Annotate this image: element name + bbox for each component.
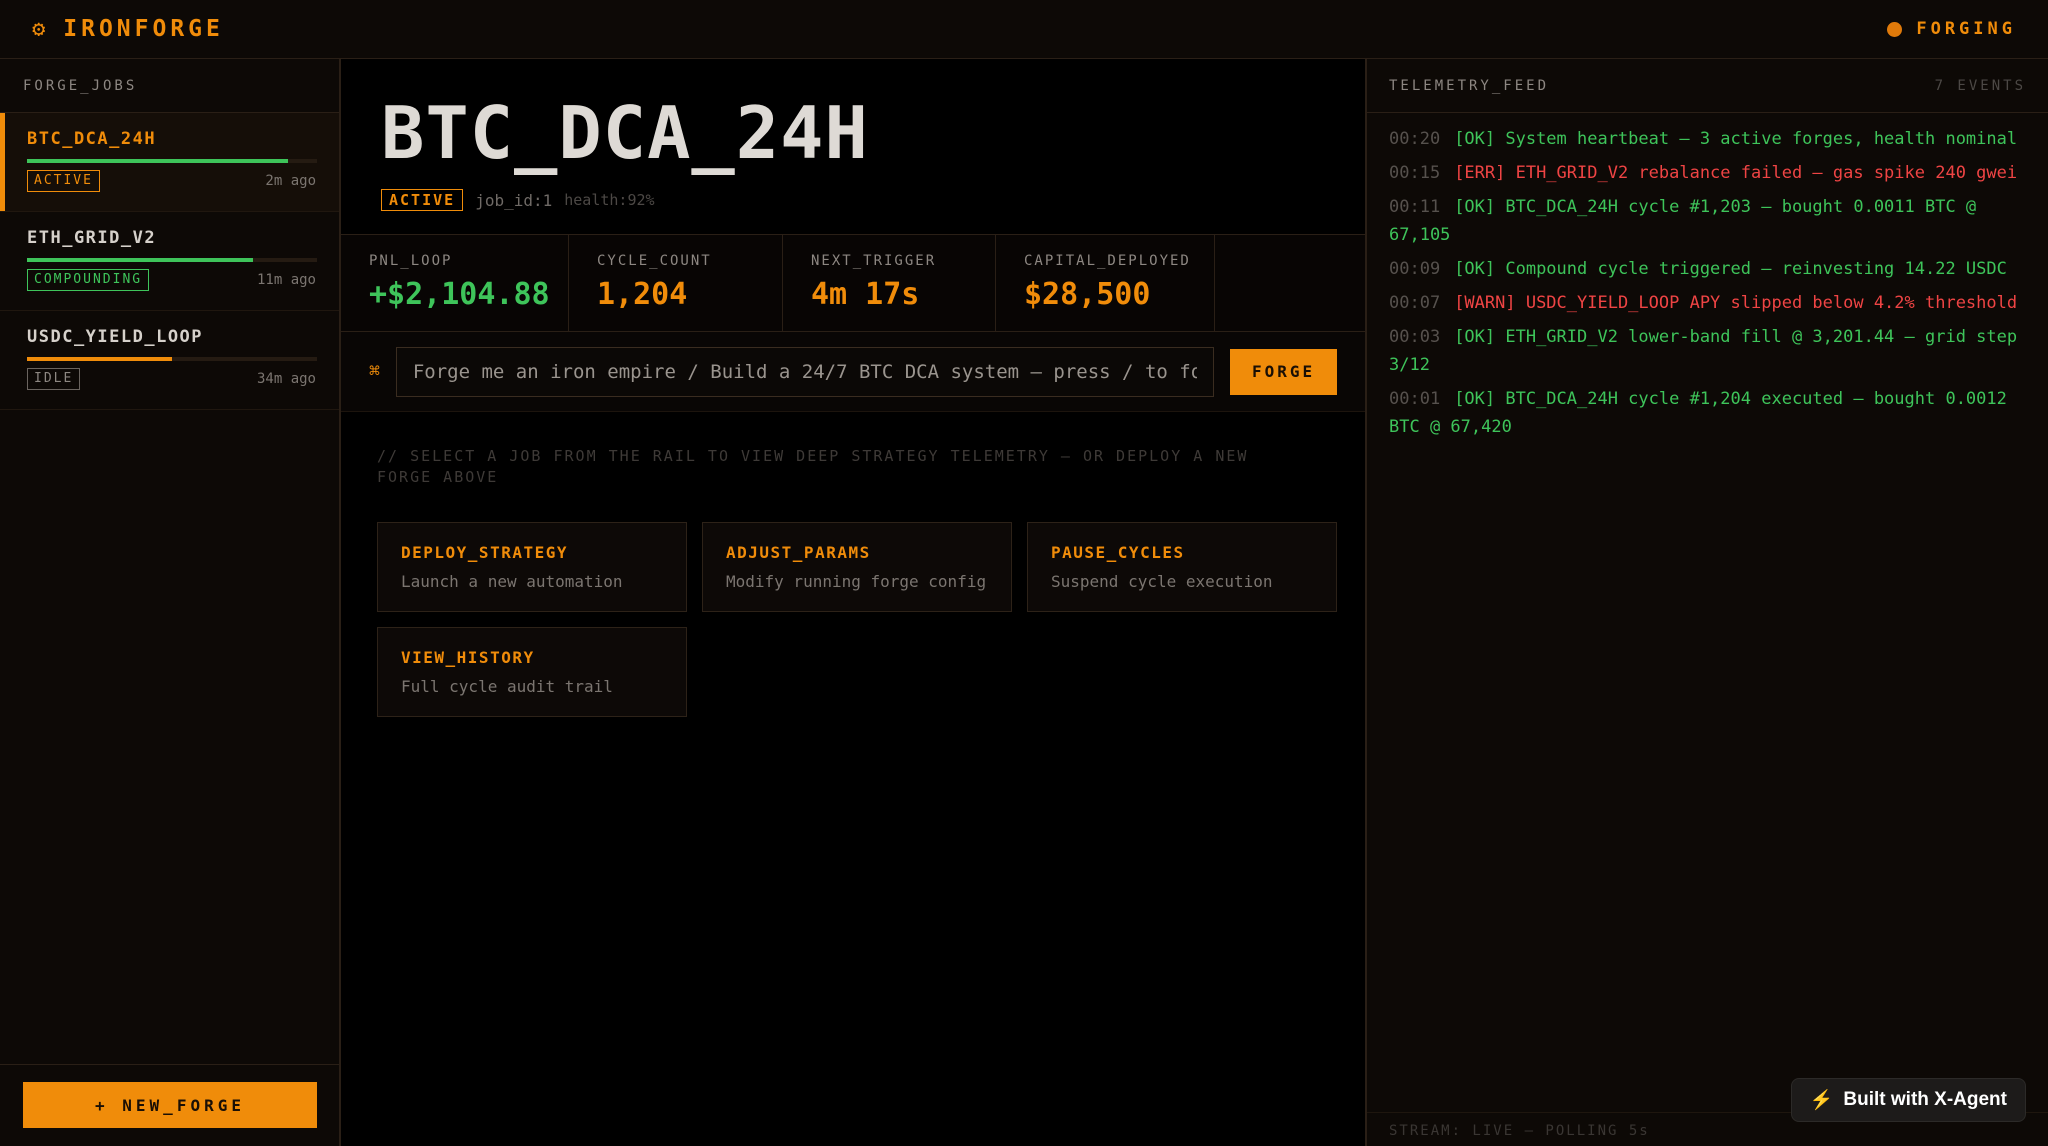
action-pause-cycles[interactable]: PAUSE_CYCLES Suspend cycle execution [1027,522,1337,612]
job-progress-fill [27,258,254,262]
built-with-badge[interactable]: ⚡ Built with X-Agent [1790,1078,2026,1122]
job-time: 34m ago [256,371,316,387]
event-text: [WARN] USDC_YIELD_LOOP APY slipped below… [1454,293,2018,313]
built-with-label: Built with X-Agent [1843,1089,2007,1110]
status-badge: ACTIVE [381,189,464,211]
event-text: [OK] BTC_DCA_24H cycle #1,203 — bought 0… [1389,197,1977,245]
event-time: 00:03 [1389,327,1441,347]
action-desc: Modify running forge config [726,572,987,591]
status-text: FORGING [1916,19,2016,39]
job-status-badge: ACTIVE [27,170,100,192]
brand[interactable]: ⚙ IRONFORGE [32,16,224,42]
job-time: 11m ago [256,272,316,288]
event-row: 00:20 [OK] System heartbeat — 3 active fo… [1389,125,2026,153]
event-list: 00:20 [OK] System heartbeat — 3 active fo… [1367,113,2048,1112]
event-row: 00:09 [OK] Compound cycle triggered — rei… [1389,255,2026,283]
event-time: 00:07 [1389,293,1441,313]
action-view-history[interactable]: VIEW_HISTORY Full cycle audit trail [377,627,687,717]
status-dot-icon [1887,21,1903,37]
empty-state-hint: // SELECT A JOB FROM THE RAIL TO VIEW DE… [377,447,1249,486]
feed-title: TELEMETRY_FEED [1389,77,1550,94]
job-item-btc-dca-24h[interactable]: BTC_DCA_24H ACTIVE 2m ago [0,113,339,212]
command-bar: ⌘ FORGE [341,332,1365,412]
job-item-usdc-yield-loop[interactable]: USDC_YIELD_LOOP IDLE 34m ago [0,311,339,410]
metric-label: PNL_LOOP [369,253,453,269]
metric-value: $28,500 [1024,277,1151,312]
action-title: DEPLOY_STRATEGY [401,543,568,562]
metric-pnl-loop: PNL_LOOP +$2,104.88 [341,235,569,331]
event-time: 00:09 [1389,259,1441,279]
gear-icon: ⚙ [32,16,46,42]
app: ⚙ IRONFORGE FORGING FORGE_JOBS BTC_DCA_2… [0,0,2048,1146]
action-desc: Suspend cycle execution [1051,572,1273,591]
action-desc: Full cycle audit trail [401,677,613,696]
event-row: 00:15 [ERR] ETH_GRID_V2 rebalance failed … [1389,159,2026,187]
metric-label: NEXT_TRIGGER [811,253,937,269]
forging-status: FORGING [1887,19,2016,39]
telemetry-feed: TELEMETRY_FEED 7 EVENTS 00:20 [OK] System… [1367,59,2048,1146]
action-desc: Launch a new automation [401,572,623,591]
job-progress-bar [27,258,317,262]
action-title: PAUSE_CYCLES [1051,543,1185,562]
metric-cycle-count: CYCLE_COUNT 1,204 [569,235,783,331]
metric-label: CAPITAL_DEPLOYED [1024,253,1191,269]
brand-name: IRONFORGE [63,16,224,42]
action-adjust-params[interactable]: ADJUST_PARAMS Modify running forge confi… [702,522,1012,612]
event-time: 00:20 [1389,129,1441,149]
job-item-eth-grid-v2[interactable]: ETH_GRID_V2 COMPOUNDING 11m ago [0,212,339,311]
lightning-icon: ⚡ [1809,1090,1834,1111]
metric-value: 1,204 [597,277,688,312]
job-detail: BTC_DCA_24H ACTIVE job_id:1 health:92% P… [341,59,1367,1146]
job-name: BTC_DCA_24H [27,129,157,149]
job-progress-bar [27,159,317,163]
event-text: [OK] System heartbeat — 3 active forges,… [1454,129,2018,149]
job-health: health:92% [564,191,655,209]
event-text: [OK] Compound cycle triggered — reinvest… [1454,259,2007,279]
job-progress-fill [27,357,172,361]
job-time: 2m ago [265,173,316,189]
job-name: ETH_GRID_V2 [27,228,157,248]
metric-next-trigger: NEXT_TRIGGER 4m 17s [783,235,996,331]
job-progress-fill [27,159,288,163]
metric-capital-deployed: CAPITAL_DEPLOYED $28,500 [996,235,1215,331]
metric-value: +$2,104.88 [369,277,550,312]
metrics-strip: PNL_LOOP +$2,104.88 CYCLE_COUNT 1,204 NE… [341,234,1365,332]
new-forge-button[interactable]: + NEW_FORGE [23,1082,317,1128]
action-title: VIEW_HISTORY [401,648,535,667]
command-icon: ⌘ [369,361,380,382]
forge-jobs-rail: FORGE_JOBS BTC_DCA_24H ACTIVE 2m ago ETH… [0,59,341,1146]
quick-actions: DEPLOY_STRATEGY Launch a new automation … [341,522,1365,717]
action-title: ADJUST_PARAMS [726,543,871,562]
action-deploy-strategy[interactable]: DEPLOY_STRATEGY Launch a new automation [377,522,687,612]
forge-prompt-input[interactable] [395,346,1215,397]
event-row: 00:01 [OK] BTC_DCA_24H cycle #1,204 execu… [1389,385,2026,441]
top-bar: ⚙ IRONFORGE FORGING [0,0,2048,59]
event-text: [OK] BTC_DCA_24H cycle #1,204 executed —… [1389,389,2007,437]
forge-button[interactable]: FORGE [1230,348,1337,395]
event-text: [OK] ETH_GRID_V2 lower-band fill @ 3,201… [1389,327,2018,375]
metric-value: 4m 17s [811,277,920,312]
job-progress-bar [27,357,317,361]
job-name: USDC_YIELD_LOOP [27,327,204,347]
metric-label: CYCLE_COUNT [597,253,712,269]
event-count: 7 EVENTS [1934,77,2026,94]
event-time: 00:15 [1389,163,1441,183]
event-time: 00:11 [1389,197,1441,217]
workspace: FORGE_JOBS BTC_DCA_24H ACTIVE 2m ago ETH… [0,59,2048,1146]
event-row: 00:03 [OK] ETH_GRID_V2 lower-band fill @ … [1389,323,2026,379]
job-status-badge: IDLE [27,368,81,390]
rail-title: FORGE_JOBS [0,59,339,113]
event-time: 00:01 [1389,389,1441,409]
event-row: 00:07 [WARN] USDC_YIELD_LOOP APY slipped … [1389,289,2026,317]
job-hero: BTC_DCA_24H ACTIVE job_id:1 health:92% [341,59,1365,234]
page-title: BTC_DCA_24H [381,91,869,175]
job-status-badge: COMPOUNDING [27,269,150,291]
event-row: 00:11 [OK] BTC_DCA_24H cycle #1,203 — bou… [1389,193,2026,249]
event-text: [ERR] ETH_GRID_V2 rebalance failed — gas… [1454,163,2018,183]
job-id: job_id:1 [475,190,553,210]
